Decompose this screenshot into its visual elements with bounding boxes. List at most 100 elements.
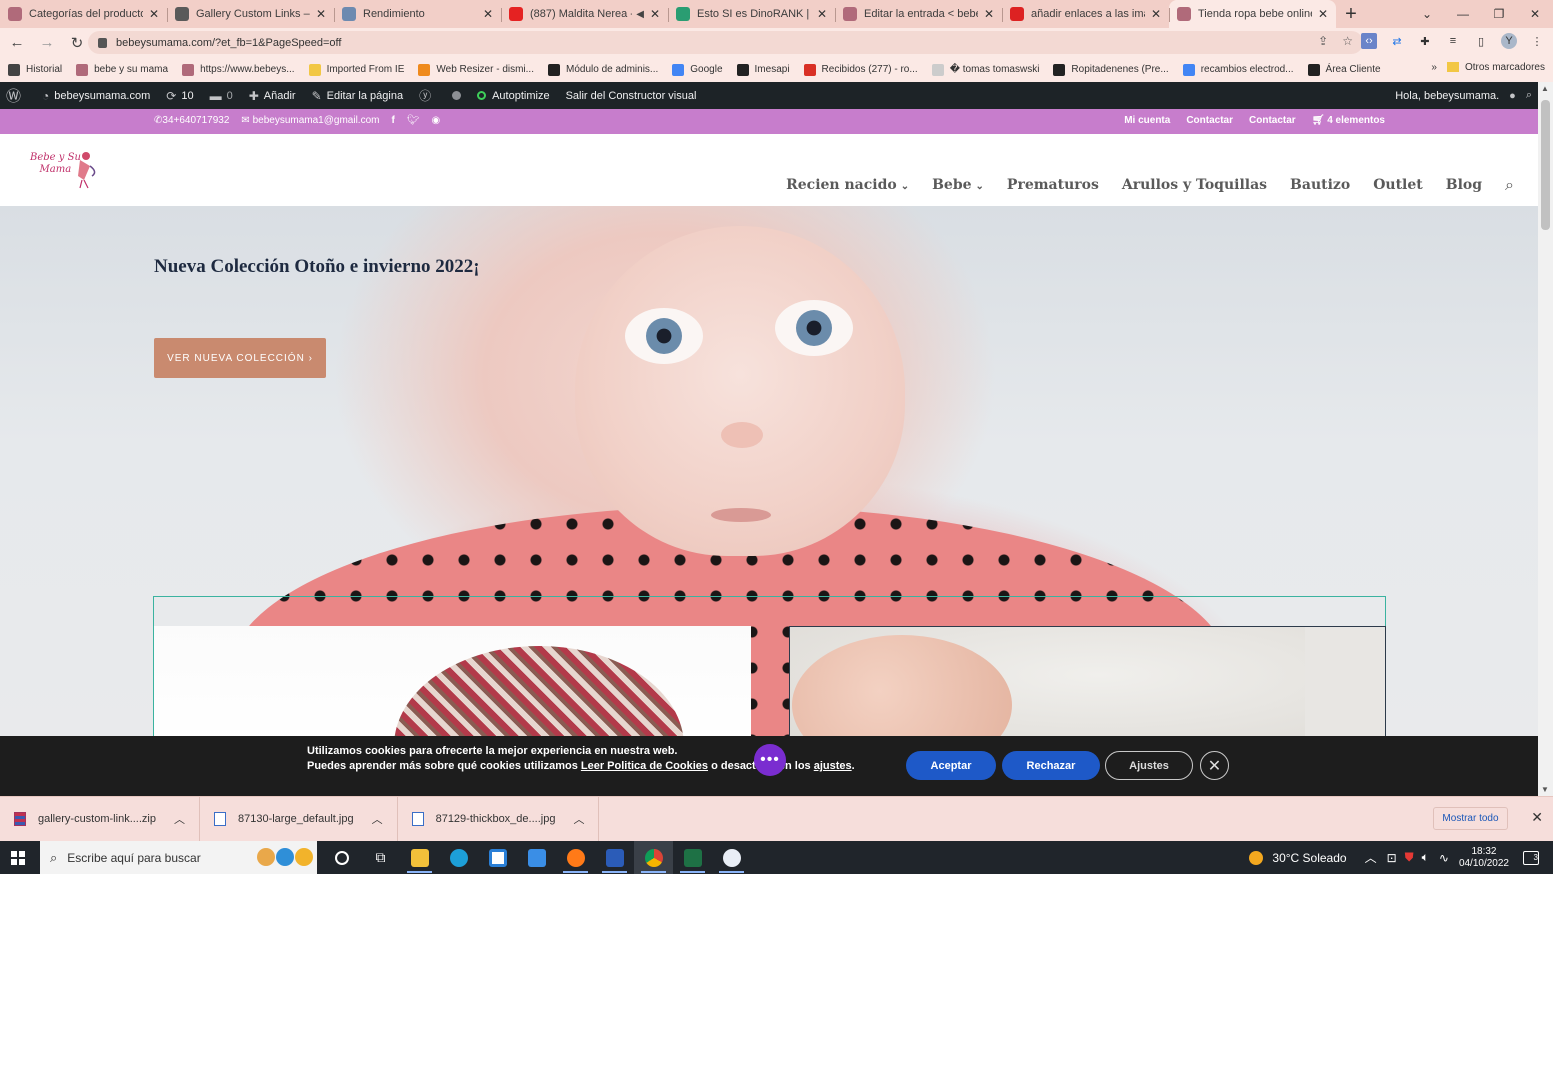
site-search-icon[interactable]: ⌕ bbox=[1505, 175, 1514, 195]
side-panel-icon[interactable]: ▯ bbox=[1473, 33, 1489, 49]
top-link-my-account[interactable]: Mi cuenta bbox=[1124, 115, 1170, 126]
mail-app-icon[interactable] bbox=[517, 841, 556, 874]
download-item[interactable]: 87130-large_default.jpg ︿ bbox=[200, 796, 398, 842]
site-logo[interactable]: Bebe y Su Mama bbox=[28, 146, 106, 190]
minimize-icon[interactable]: — bbox=[1445, 0, 1481, 28]
bookmark-item[interactable]: Web Resizer - dismi... bbox=[418, 63, 534, 76]
show-all-downloads-button[interactable]: Mostrar todo bbox=[1433, 807, 1508, 830]
browser-tab[interactable]: Categorías del producto < ✕ bbox=[0, 0, 167, 28]
user-icon[interactable]: ● bbox=[1509, 90, 1516, 102]
cookie-policy-link[interactable]: Leer Politica de Cookies bbox=[581, 760, 708, 772]
new-tab-button[interactable]: + bbox=[1336, 0, 1366, 28]
media-queue-icon[interactable]: ≡ bbox=[1445, 33, 1461, 49]
windows-start-icon[interactable] bbox=[11, 851, 25, 865]
bookmark-item[interactable]: � tomas tomaswski bbox=[931, 63, 1039, 76]
nav-item-bautizo[interactable]: Bautizo bbox=[1290, 177, 1350, 193]
wp-updates[interactable]: ⟳ 10 bbox=[166, 89, 193, 103]
scroll-down-arrow-icon[interactable]: ▼ bbox=[1541, 785, 1549, 794]
bookmark-item[interactable]: Recibidos (277) - ro... bbox=[803, 63, 918, 76]
address-url[interactable]: bebeysumama.com/?et_fb=1&PageSpeed=off bbox=[116, 37, 341, 49]
cart-link[interactable]: 🛒︎ 4 elementos bbox=[1312, 115, 1385, 126]
browser-tab[interactable]: Editar la entrada < bebeys ✕ bbox=[835, 0, 1002, 28]
wp-comments[interactable]: ▬ 0 bbox=[210, 89, 233, 103]
wifi-icon[interactable]: ∿ bbox=[1439, 851, 1449, 865]
bookmark-star-icon[interactable]: ☆ bbox=[1342, 34, 1353, 48]
address-bar[interactable]: bebeysumama.com/?et_fb=1&PageSpeed=off ⇪… bbox=[88, 31, 1363, 54]
bookmark-item[interactable]: bebe y su mama bbox=[76, 63, 168, 76]
nav-item-bebe[interactable]: Bebe ⌄ bbox=[932, 177, 984, 193]
browser-tab[interactable]: Rendimiento ✕ bbox=[334, 0, 501, 28]
tab-close-icon[interactable]: ✕ bbox=[650, 7, 660, 21]
bookmarks-overflow-icon[interactable]: » bbox=[1431, 62, 1437, 73]
bookmark-item[interactable]: Imesapi bbox=[736, 63, 790, 76]
other-bookmarks-folder[interactable]: Otros marcadores bbox=[1446, 62, 1545, 73]
tab-close-icon[interactable]: ✕ bbox=[149, 7, 159, 21]
firefox-icon[interactable] bbox=[556, 841, 595, 874]
bookmark-item[interactable]: Ropitadenenes (Pre... bbox=[1053, 63, 1169, 76]
yoast-icon[interactable]: ⓨ bbox=[419, 87, 436, 104]
tab-close-icon[interactable]: ✕ bbox=[1318, 7, 1328, 21]
tab-close-icon[interactable]: ✕ bbox=[817, 7, 827, 21]
top-link-contact[interactable]: Contactar bbox=[1186, 115, 1233, 126]
wp-status-dot[interactable] bbox=[452, 91, 462, 100]
tab-close-icon[interactable]: ✕ bbox=[1151, 7, 1161, 21]
bookmark-item[interactable]: Google bbox=[672, 63, 723, 76]
extensions-puzzle-icon[interactable]: ✚ bbox=[1417, 33, 1433, 49]
builder-more-options-icon[interactable]: ••• bbox=[754, 744, 786, 776]
site-phone[interactable]: ✆34+640717932 bbox=[154, 115, 229, 126]
chrome-icon[interactable] bbox=[634, 841, 673, 874]
reload-icon[interactable]: ↻ bbox=[64, 30, 90, 56]
browser-tab[interactable]: Gallery Custom Links – Plu ✕ bbox=[167, 0, 334, 28]
nav-item-arullos-y-toquillas[interactable]: Arullos y Toquillas bbox=[1122, 177, 1267, 193]
bookmark-item[interactable]: Área Cliente bbox=[1307, 63, 1381, 76]
wp-autoptimize[interactable]: Autoptimize bbox=[477, 90, 550, 102]
chrome-menu-icon[interactable]: ⋮ bbox=[1529, 33, 1545, 49]
facebook-icon[interactable]: f bbox=[391, 115, 394, 126]
gallery-image-knit-hat[interactable] bbox=[154, 626, 751, 736]
cookie-accept-button[interactable]: Aceptar bbox=[906, 751, 996, 780]
chevron-up-icon[interactable]: ︿ bbox=[174, 811, 185, 827]
store-icon[interactable] bbox=[478, 841, 517, 874]
download-item[interactable]: gallery-custom-link....zip ︿ bbox=[0, 796, 200, 842]
file-explorer-icon[interactable] bbox=[400, 841, 439, 874]
nav-item-blog[interactable]: Blog bbox=[1446, 177, 1482, 193]
cookie-close-icon[interactable]: ✕ bbox=[1200, 751, 1229, 780]
paint-icon[interactable] bbox=[712, 841, 751, 874]
wp-add-new[interactable]: ✚ Añadir bbox=[249, 89, 296, 103]
bookmark-item[interactable]: Imported From IE bbox=[308, 63, 404, 76]
tab-audio-icon[interactable]: ◀︎ bbox=[636, 9, 644, 20]
bookmark-item[interactable]: https://www.bebeys... bbox=[182, 63, 295, 76]
cookie-settings-button[interactable]: Ajustes bbox=[1105, 751, 1193, 780]
edge-icon[interactable] bbox=[439, 841, 478, 874]
word-icon[interactable] bbox=[595, 841, 634, 874]
nav-item-prematuros[interactable]: Prematuros bbox=[1007, 177, 1099, 193]
page-scrollbar[interactable]: ▲ ▼ bbox=[1538, 82, 1553, 796]
chevron-up-icon[interactable]: ︿ bbox=[372, 811, 383, 827]
share-icon[interactable]: ⇪ bbox=[1318, 34, 1328, 48]
cookie-reject-button[interactable]: Rechazar bbox=[1002, 751, 1100, 780]
browser-tab[interactable]: añadir enlaces a las image ✕ bbox=[1002, 0, 1169, 28]
tab-close-icon[interactable]: ✕ bbox=[316, 7, 326, 21]
forward-arrow-icon[interactable]: → bbox=[34, 30, 60, 56]
tray-chevron-icon[interactable]: ︿ bbox=[1365, 849, 1377, 866]
tab-close-icon[interactable]: ✕ bbox=[984, 7, 994, 21]
browser-tab[interactable]: Tienda ropa bebe online| ✕ bbox=[1169, 0, 1336, 28]
wp-site-link[interactable]: ◔ bebeysumama.com bbox=[42, 89, 150, 103]
taskbar-search-box[interactable]: ⌕ Escribe aquí para buscar bbox=[40, 841, 317, 874]
bookmark-item[interactable]: recambios electrod... bbox=[1182, 63, 1294, 76]
chevron-up-icon[interactable]: ︿ bbox=[573, 811, 584, 827]
wp-search-icon[interactable]: ⌕ bbox=[1526, 89, 1532, 102]
nav-item-recien-nacido[interactable]: Recien nacido ⌄ bbox=[786, 177, 909, 193]
extension-code-icon[interactable]: ‹› bbox=[1361, 33, 1377, 49]
scrollbar-thumb[interactable] bbox=[1541, 100, 1550, 230]
taskbar-clock[interactable]: 18:32 04/10/2022 bbox=[1459, 846, 1509, 870]
browser-tab[interactable]: Esto SI es DinoRANK | Her ✕ bbox=[668, 0, 835, 28]
top-link-contact-2[interactable]: Contactar bbox=[1249, 115, 1296, 126]
tab-search-chevron-icon[interactable]: ⌄ bbox=[1409, 0, 1445, 28]
notification-center-icon[interactable]: 3 bbox=[1523, 850, 1539, 865]
gallery-image-newborn[interactable] bbox=[789, 626, 1386, 736]
rss-icon[interactable]: ◉ bbox=[432, 115, 441, 126]
wordpress-logo-icon[interactable]: Ⓦ bbox=[6, 85, 26, 106]
wp-greeting[interactable]: Hola, bebeysumama. bbox=[1395, 90, 1499, 102]
view-collection-button[interactable]: VER NUEVA COLECCIÓN › bbox=[154, 338, 326, 378]
